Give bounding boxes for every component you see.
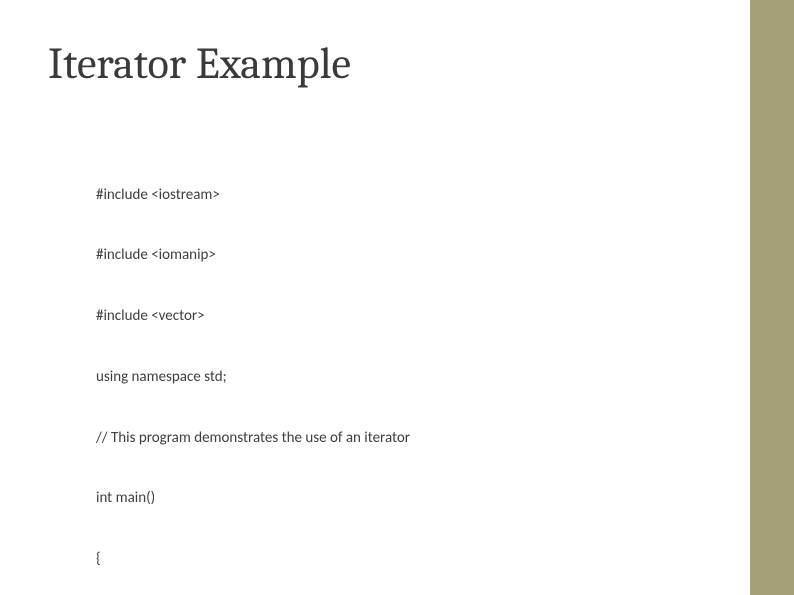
code-line: #include <vector> (96, 306, 410, 326)
code-line: int main() (96, 488, 410, 508)
slide: Iterator Example #include <iostream> #in… (0, 0, 794, 595)
code-line: #include <iomanip> (96, 245, 410, 265)
sidebar-accent (750, 0, 794, 595)
code-line: #include <iostream> (96, 185, 410, 205)
slide-title: Iterator Example (48, 38, 351, 89)
code-line: using namespace std; (96, 367, 410, 387)
code-block: #include <iostream> #include <iomanip> #… (96, 144, 410, 595)
code-line: // This program demonstrates the use of … (96, 428, 410, 448)
code-line: { (96, 549, 410, 569)
